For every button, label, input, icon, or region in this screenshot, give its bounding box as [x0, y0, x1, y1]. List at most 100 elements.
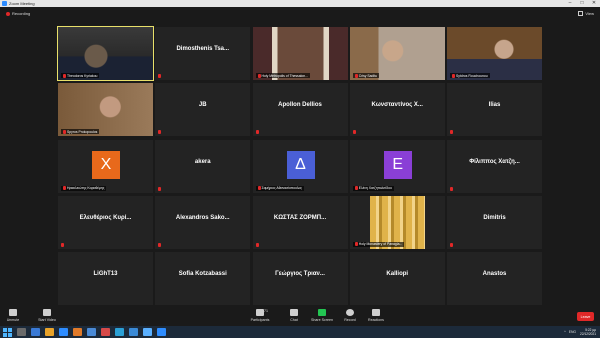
participant-tile[interactable]: Sofia Kotzabassi [155, 252, 251, 305]
tray-item[interactable]: ^ [564, 330, 566, 334]
participant-tile[interactable]: Holy Monastery of Panagia... [349, 195, 445, 249]
participant-tile[interactable]: Alexandros Sako... [155, 195, 251, 249]
participant-count: 71 [264, 309, 268, 313]
participant-name: Sytdros Rouchounou [456, 73, 488, 78]
tray-item[interactable]: ENG [569, 330, 576, 334]
share-screen-icon [318, 309, 326, 316]
name-label: Spyros Prokopoulos [61, 129, 100, 135]
reactions-button[interactable]: Reactions [359, 309, 393, 322]
participant-tile[interactable]: Φίλιππος Χατζη... [447, 139, 542, 193]
participant-tile[interactable]: ΚΩΣΤΑΣ ΖΟΡΜΠ... [252, 195, 348, 249]
clock-date: 22/12/2021 [580, 332, 596, 336]
opera-icon[interactable] [101, 328, 110, 336]
participant-name: Apollon Dellios [278, 102, 322, 109]
muted-mic-icon [61, 242, 64, 247]
unmute-button[interactable]: Unmute [0, 309, 30, 322]
grid-view-icon [578, 11, 584, 16]
participant-tile[interactable]: Theodoros Kyriakou [57, 26, 154, 81]
recording-indicator[interactable]: Recording [6, 10, 30, 17]
participant-name: akera [194, 158, 211, 165]
muted-mic-icon [255, 130, 259, 135]
reactions-icon [372, 309, 380, 316]
name-label: Holy Monastery of Panagia... [352, 241, 405, 247]
participant-name: Holy Monastery of Panagia... [358, 242, 403, 247]
participant-name: Alexandros Sako... [175, 214, 230, 221]
clock[interactable]: 5:22 μμ 22/12/2021 [580, 328, 596, 336]
search-icon[interactable] [17, 328, 26, 336]
participant-tile[interactable]: Dimitris [447, 195, 542, 249]
participant-tile[interactable]: Κωνσταντίνος Χ... [349, 83, 445, 137]
name-label: Sytdros Rouchounou [450, 73, 490, 78]
toolbar-label: Participants [250, 318, 270, 322]
minimize-button[interactable]: – [564, 0, 576, 7]
task-view-icon[interactable] [31, 328, 40, 336]
muted-mic-icon [257, 186, 261, 190]
participant-tile[interactable]: Ilias [447, 83, 542, 137]
participant-name: Spyros Prokopoulos [67, 129, 98, 134]
participants-button[interactable]: Participants [243, 309, 277, 322]
window-titlebar: Zoom Meeting – □ ✕ [0, 0, 600, 7]
participant-tile[interactable]: Γεώργιος Τριαν... [252, 252, 348, 305]
toolbar-label: Unmute [6, 318, 20, 322]
participant-tile[interactable]: akera [155, 139, 251, 193]
edge-icon[interactable] [115, 328, 124, 336]
participant-tile[interactable]: Holy Metropolis of Thessalon... [252, 27, 348, 80]
participant-name: Ελευθέριος Κυρί... [79, 214, 132, 221]
participant-name: Ελένη Χατζηπολιτίδου [358, 186, 392, 190]
muted-mic-icon [63, 129, 66, 134]
participant-name: Κωνσταντίνος Χ... [371, 102, 423, 109]
participant-tile[interactable]: Ελευθέριος Κυρί... [58, 195, 153, 249]
participant-tile[interactable]: Anastos [447, 252, 542, 305]
muted-mic-icon [452, 73, 455, 78]
name-label: Theodoros Kyriakou [61, 73, 100, 78]
participant-tile[interactable]: Apollon Dellios [252, 83, 348, 137]
participant-tile[interactable]: Crisy Saditu [349, 27, 445, 80]
muted-mic-icon [63, 73, 66, 78]
avatar: X [92, 150, 120, 179]
leave-button[interactable]: Leave [577, 312, 594, 321]
chrome-icon[interactable] [143, 328, 152, 336]
record-icon [346, 309, 354, 316]
participant-tile[interactable]: JB [155, 83, 251, 137]
participant-name: JB [198, 102, 207, 109]
participant-tile[interactable]: E Ελένη Χατζηπολιτίδου [349, 139, 445, 193]
participant-tile[interactable]: Sytdros Rouchounou [447, 27, 542, 80]
muted-mic-icon [257, 73, 261, 78]
participant-name: Dimitris [483, 214, 506, 221]
participant-tile[interactable]: Δ Σαμήριος Αθανασίοπουλος [252, 139, 348, 193]
outlook-icon[interactable] [87, 328, 96, 336]
start-button[interactable] [3, 327, 12, 337]
meeting-topbar: Recording View [0, 7, 600, 20]
word-icon[interactable] [129, 328, 138, 336]
participant-name: ΚΩΣΤΑΣ ΖΟΡΜΠ... [273, 214, 327, 221]
recording-label: Recording [12, 11, 31, 16]
view-button[interactable]: View [578, 10, 594, 17]
maximize-button[interactable]: □ [576, 0, 588, 7]
participant-name: LiGhT13 [93, 271, 118, 277]
participant-tile[interactable]: LiGhT13 [58, 252, 153, 305]
muted-mic-icon [354, 242, 358, 247]
name-label: Holy Metropolis of Thessalon... [255, 73, 310, 78]
toolbar-label: Start Video [38, 318, 56, 322]
muted-mic-icon [450, 242, 453, 247]
participant-name: Σαμήριος Αθανασίοπουλος [261, 186, 303, 190]
participant-tile[interactable]: Spyros Prokopoulos [58, 83, 153, 137]
muted-mic-icon [63, 186, 66, 190]
name-label: Ηρακλειώτης Καραθέμης [61, 185, 107, 191]
gallery-view: Theodoros Kyriakou Dimosthenis Tsa... Holy… [57, 26, 542, 305]
participant-tile[interactable]: X Ηρακλειώτης Καραθέμης [58, 139, 153, 193]
start-video-button[interactable]: Start Video [30, 309, 64, 322]
participant-tile[interactable]: Dimosthenis Tsa... [155, 27, 251, 80]
zoom-icon[interactable] [157, 328, 166, 336]
participant-name: Anastos [482, 271, 507, 277]
avatar: E [383, 150, 412, 179]
store-icon[interactable] [59, 328, 68, 336]
windows-taskbar: ^ ENG 5:22 μμ 22/12/2021 [0, 326, 600, 338]
file-explorer-icon[interactable] [45, 328, 54, 336]
firefox-icon[interactable] [73, 328, 82, 336]
name-label: Ελένη Χατζηπολιτίδου [352, 185, 394, 191]
muted-mic-icon [450, 186, 453, 191]
meeting-toolbar: Leave Unmute Start Video Participants Chat S… [0, 307, 600, 326]
close-button[interactable]: ✕ [588, 0, 600, 7]
participant-tile[interactable]: Kalliopi [349, 252, 445, 305]
